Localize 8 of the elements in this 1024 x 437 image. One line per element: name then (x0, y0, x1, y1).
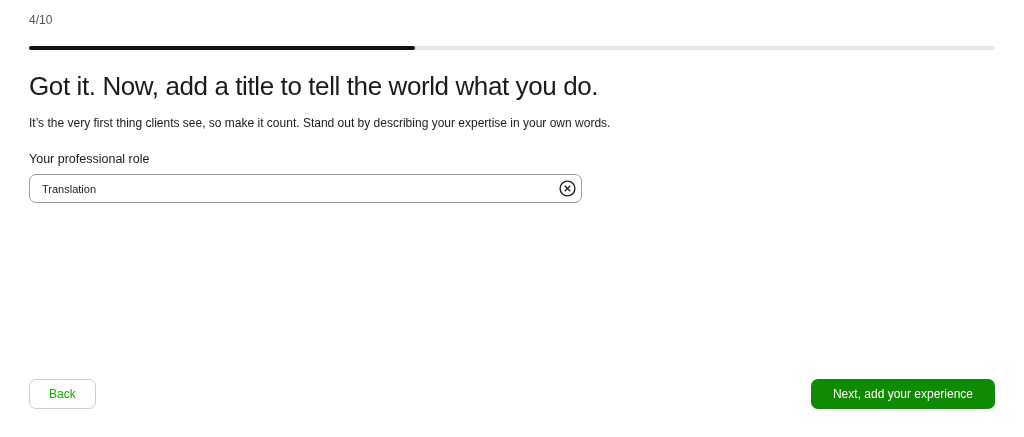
back-button[interactable]: Back (29, 379, 96, 409)
role-field[interactable]: Translation (29, 174, 582, 203)
next-button[interactable]: Next, add your experience (811, 379, 995, 409)
page-subtitle: It’s the very first thing clients see, so make it count. Stand out by describing your expertise in your own words. (29, 116, 611, 130)
clear-icon[interactable] (559, 180, 576, 197)
field-label: Your professional role (29, 152, 150, 166)
step-counter: 4/10 (29, 13, 53, 27)
page-heading: Got it. Now, add a title to tell the world what you do. (29, 71, 599, 102)
